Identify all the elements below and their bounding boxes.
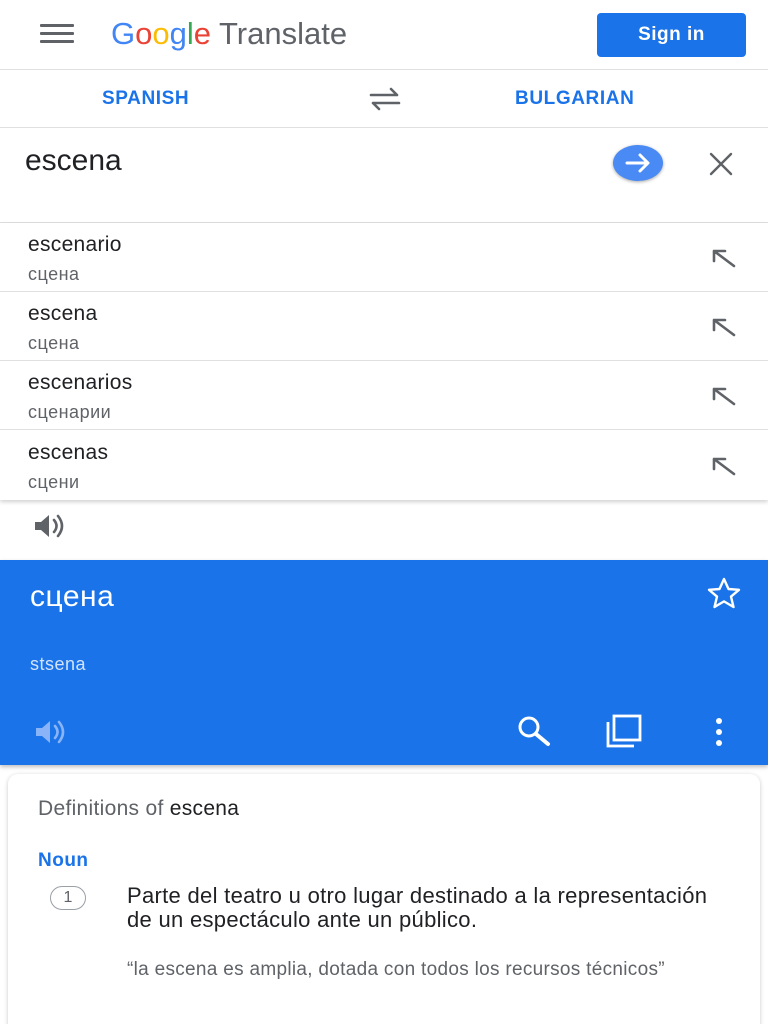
arrow-up-left-icon[interactable] xyxy=(708,247,738,269)
suggestion-item[interactable]: escenas сцени xyxy=(0,431,768,500)
suggestion-word: escenario xyxy=(28,233,122,256)
suggestion-translation: сцена xyxy=(28,264,80,284)
star-icon[interactable] xyxy=(705,576,743,610)
close-icon[interactable] xyxy=(705,150,737,178)
arrow-up-left-icon[interactable] xyxy=(708,316,738,338)
suggestion-translation: сцена xyxy=(28,333,80,353)
logo-letter: o xyxy=(135,16,153,51)
speaker-icon[interactable] xyxy=(33,512,71,540)
google-translate-logo[interactable]: Google Translate xyxy=(111,14,347,54)
suggestion-word: escenarios xyxy=(28,371,133,394)
source-language-selector[interactable]: SPANISH xyxy=(102,88,189,110)
definitions-prefix: Definitions of xyxy=(38,797,164,820)
logo-letter: g xyxy=(169,16,187,51)
definition-text: Parte del teatro u otro lugar destinado … xyxy=(127,883,708,932)
suggestion-item[interactable]: escenario сцена xyxy=(0,223,768,292)
arrow-up-left-icon[interactable] xyxy=(708,455,738,477)
definitions-heading: Definitions of escena xyxy=(38,797,239,821)
suggestion-translation: сцени xyxy=(28,472,80,492)
part-of-speech-label: Noun xyxy=(38,850,89,871)
target-language-selector[interactable]: BULGARIAN xyxy=(515,88,634,110)
product-name: Translate xyxy=(219,16,348,51)
copy-icon[interactable] xyxy=(604,713,644,749)
definitions-term: escena xyxy=(169,797,240,820)
definitions-card: Definitions of escena Noun 1 Parte del t… xyxy=(8,774,760,1024)
suggestion-word: escena xyxy=(28,302,98,325)
definition-example: “la escena es amplia, dotada con todos l… xyxy=(127,959,665,980)
suggestion-word: escenas xyxy=(28,441,109,464)
translate-go-button[interactable] xyxy=(613,145,663,181)
hamburger-menu-icon[interactable] xyxy=(40,24,76,46)
suggestion-item[interactable]: escena сцена xyxy=(0,292,768,361)
logo-letter: G xyxy=(111,16,136,51)
suggestion-item[interactable]: escenarios сценарии xyxy=(0,361,768,430)
source-text-input[interactable]: escena xyxy=(25,144,122,178)
translation-result-card: сцена stsena xyxy=(0,560,768,765)
app-header: Google Translate Sign in xyxy=(0,0,768,70)
swap-arrows-icon[interactable] xyxy=(365,85,405,113)
logo-letter: o xyxy=(152,16,170,51)
language-bar: SPANISH BULGARIAN xyxy=(0,70,768,128)
logo-letter: l xyxy=(186,16,194,51)
more-vert-icon[interactable] xyxy=(707,715,731,749)
sign-in-button[interactable]: Sign in xyxy=(597,13,746,57)
suggestion-translation: сценарии xyxy=(28,402,112,422)
transliteration-text: stsena xyxy=(30,654,87,674)
suggestion-list: escenario сцена escena сцена escenarios … xyxy=(0,223,768,500)
search-icon[interactable] xyxy=(514,713,554,749)
translation-text: сцена xyxy=(30,580,115,613)
arrow-up-left-icon[interactable] xyxy=(708,385,738,407)
speaker-icon[interactable] xyxy=(34,718,74,746)
logo-letter: e xyxy=(193,16,212,51)
definition-number-badge: 1 xyxy=(50,886,86,910)
arrow-right-icon xyxy=(625,153,650,173)
